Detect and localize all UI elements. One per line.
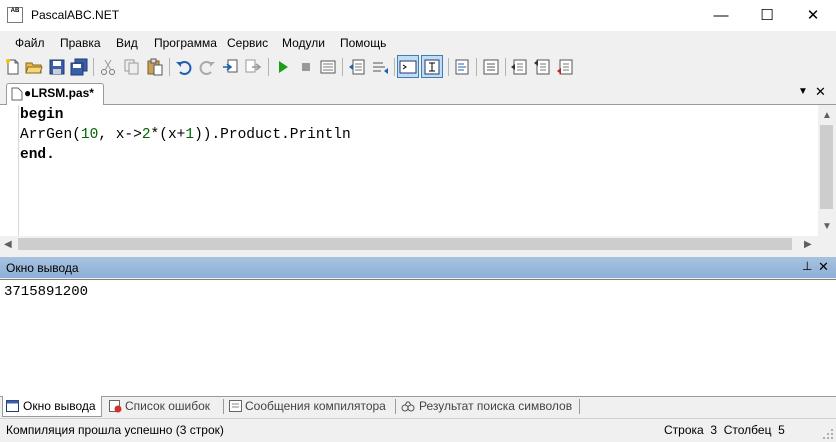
code-keyword: begin — [20, 107, 64, 123]
compiler-messages-icon — [229, 400, 242, 412]
output-text: 3715891200 — [4, 284, 89, 300]
replace-icon[interactable] — [244, 58, 262, 76]
step-icon[interactable] — [482, 58, 500, 76]
undo-icon[interactable] — [175, 58, 193, 76]
scroll-down-arrow[interactable]: ▼ — [822, 221, 832, 232]
tab-output-window-label: Окно вывода — [23, 399, 96, 413]
app-icon: AB — [7, 7, 23, 23]
tab-error-list-label: Список ошибок — [125, 399, 211, 413]
output-window-icon[interactable] — [399, 58, 417, 76]
row-value: 3 — [710, 423, 718, 437]
editor-gutter — [18, 105, 19, 236]
document-tab-strip — [0, 81, 836, 105]
status-message: Компиляция прошла успешно (3 строк) — [6, 423, 224, 437]
scroll-up-arrow[interactable]: ▲ — [822, 110, 832, 121]
close-button[interactable]: ✕ — [790, 0, 836, 31]
menu-help[interactable]: Помощь — [340, 36, 386, 50]
toolbar-separator — [448, 58, 449, 76]
toolbar-separator — [394, 58, 395, 76]
output-close-button[interactable]: ✕ — [818, 259, 829, 275]
tab-symbol-search[interactable]: Результат поиска символов — [398, 396, 578, 417]
open-folder-icon[interactable] — [25, 58, 43, 76]
step-into-icon[interactable] — [510, 58, 528, 76]
code-text: )).Product.Println — [194, 127, 351, 143]
window-title: PascalABC.NET — [31, 8, 120, 22]
minimize-button[interactable]: — — [698, 0, 744, 31]
tab-compiler-messages-label: Сообщения компилятора — [245, 399, 386, 413]
save-all-icon[interactable] — [70, 58, 88, 76]
scroll-left-arrow[interactable]: ◀ — [4, 239, 12, 250]
symbol-search-icon — [401, 401, 415, 412]
code-text: ArrGen( — [20, 127, 81, 143]
document-tab-label: ●LRSM.pas* — [24, 86, 94, 100]
cut-icon[interactable] — [99, 58, 117, 76]
paste-icon[interactable] — [146, 58, 164, 76]
file-icon — [11, 87, 23, 101]
menu-program[interactable]: Программа — [154, 36, 217, 50]
app-icon-letters: AB — [10, 8, 20, 14]
menu-modules[interactable]: Модули — [282, 36, 325, 50]
toolbar-separator — [505, 58, 506, 76]
toolbar-separator — [476, 58, 477, 76]
uncomment-icon[interactable] — [371, 58, 389, 76]
stop-icon[interactable] — [297, 58, 315, 76]
code-number: 10 — [80, 127, 99, 143]
code-text: *(x+ — [150, 127, 186, 143]
step-out-icon[interactable] — [556, 58, 574, 76]
code-line-2: ArrGen(10, x->2*(x+1)).Product.Println — [20, 127, 351, 143]
code-line-3: end. — [20, 147, 55, 163]
console-icon[interactable] — [423, 58, 441, 76]
row-label: Строка — [664, 423, 704, 437]
step-over-icon[interactable] — [533, 58, 551, 76]
menu-edit[interactable]: Правка — [60, 36, 101, 50]
redo-icon[interactable] — [198, 58, 216, 76]
menu-view[interactable]: Вид — [116, 36, 138, 50]
output-window-icon — [6, 400, 19, 412]
comment-icon[interactable] — [348, 58, 366, 76]
toolbar-separator — [342, 58, 343, 76]
tab-compiler-messages[interactable]: Сообщения компилятора — [226, 396, 394, 417]
output-panel-header — [0, 257, 836, 278]
new-file-icon[interactable] — [4, 58, 22, 76]
run-icon[interactable] — [274, 58, 292, 76]
tab-list-dropdown[interactable]: ▼ — [798, 86, 808, 97]
debug-icon[interactable] — [319, 58, 337, 76]
save-icon[interactable] — [48, 58, 66, 76]
find-icon[interactable] — [221, 58, 239, 76]
output-panel-title: Окно вывода — [6, 261, 79, 275]
tab-output-window[interactable]: Окно вывода — [2, 396, 102, 417]
toolbar-separator — [93, 58, 94, 76]
vertical-scroll-thumb[interactable] — [820, 125, 833, 209]
format-icon[interactable] — [453, 58, 471, 76]
maximize-button[interactable]: ☐ — [744, 0, 790, 31]
scroll-corner — [818, 236, 836, 253]
tab-separator — [395, 399, 396, 414]
tab-separator — [579, 399, 580, 414]
tab-symbol-search-label: Результат поиска символов — [419, 399, 573, 413]
pin-icon[interactable]: ⊥ — [802, 259, 812, 273]
copy-icon[interactable] — [123, 58, 141, 76]
menu-service[interactable]: Сервис — [227, 36, 268, 50]
tab-close-button[interactable]: ✕ — [815, 84, 826, 100]
tab-separator — [223, 399, 224, 414]
code-number: 1 — [185, 127, 195, 143]
menu-file[interactable]: Файл — [15, 36, 45, 50]
code-number: 2 — [141, 127, 151, 143]
horizontal-scroll-thumb[interactable] — [18, 238, 792, 250]
code-text: , x-> — [98, 127, 142, 143]
column-label: Столбец — [723, 423, 772, 437]
code-keyword: end. — [20, 147, 55, 163]
cursor-position: Строка 3 Столбец 5 — [664, 423, 785, 437]
column-value: 5 — [778, 423, 785, 437]
scroll-right-arrow[interactable]: ▶ — [804, 239, 812, 250]
output-area[interactable] — [0, 279, 836, 396]
toolbar-separator — [268, 58, 269, 76]
error-list-icon — [109, 400, 122, 413]
toolbar-separator — [169, 58, 170, 76]
code-line-1: begin — [20, 107, 64, 123]
resize-grip-icon[interactable] — [822, 428, 834, 440]
tab-error-list[interactable]: Список ошибок — [106, 396, 222, 417]
